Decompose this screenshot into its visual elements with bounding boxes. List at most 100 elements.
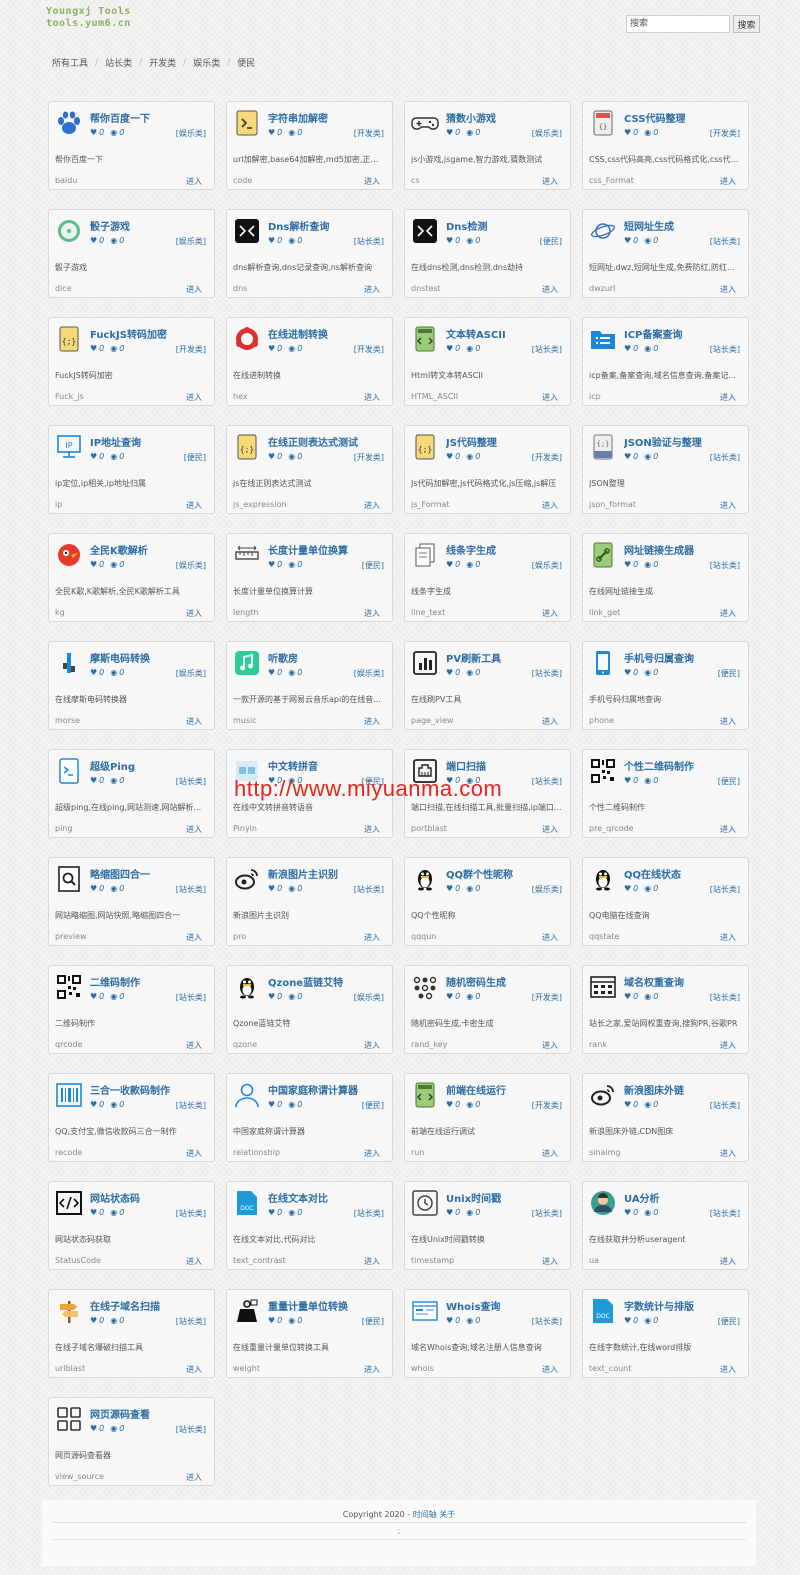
tool-title[interactable]: 重量计量单位转换: [268, 1298, 348, 1313]
tool-category[interactable]: [开发类]: [354, 452, 384, 463]
tool-card[interactable]: DOC 在线文本对比 ♥ 0 ◉ 0 [站长类] 在线文本对比,代码对比 text_contra…: [226, 1181, 393, 1270]
tool-card[interactable]: 超级Ping ♥ 0 ◉ 0 [站长类] 超级ping,在线ping,网站测速,网站解析..…: [48, 749, 215, 838]
tool-category[interactable]: [便民]: [718, 776, 740, 787]
tool-title[interactable]: 域名权重查询: [624, 974, 684, 989]
tool-card[interactable]: Dns解析查询 ♥ 0 ◉ 0 [站长类] dns解析查询,dns记录查询,ns解析查询 dn…: [226, 209, 393, 298]
enter-link[interactable]: 进入: [186, 608, 202, 619]
tool-category[interactable]: [开发类]: [532, 452, 562, 463]
tool-card[interactable]: 网站状态码 ♥ 0 ◉ 0 [站长类] 网站状态码获取 StatusCode 进入: [48, 1181, 215, 1270]
tool-title[interactable]: 个性二维码制作: [624, 758, 694, 773]
enter-link[interactable]: 进入: [364, 284, 380, 295]
tool-title[interactable]: 随机密码生成: [446, 974, 506, 989]
enter-link[interactable]: 进入: [364, 932, 380, 943]
tool-category[interactable]: [娱乐类]: [176, 560, 206, 571]
timeline-link[interactable]: 时间轴: [413, 1510, 437, 1519]
tool-card[interactable]: 全民K歌解析 ♥ 0 ◉ 0 [娱乐类] 全民K歌,K歌解析,全民K歌解析工具 kg 进入: [48, 533, 215, 622]
tool-category[interactable]: [站长类]: [354, 884, 384, 895]
enter-link[interactable]: 进入: [186, 1364, 202, 1375]
tool-category[interactable]: [站长类]: [710, 344, 740, 355]
enter-link[interactable]: 进入: [186, 716, 202, 727]
tool-title[interactable]: 线条字生成: [446, 542, 496, 557]
tool-card[interactable]: 网页源码查看 ♥ 0 ◉ 0 [站长类] 网页源码查看器 view_source 进入: [48, 1397, 215, 1486]
tool-category[interactable]: [便民]: [718, 668, 740, 679]
enter-link[interactable]: 进入: [720, 1364, 736, 1375]
tool-card[interactable]: 猜数小游戏 ♥ 0 ◉ 0 [娱乐类] js小游戏,jsgame,智力游戏,猜数测试 cs 进入: [404, 101, 571, 190]
tool-card[interactable]: 线条字生成 ♥ 0 ◉ 0 [娱乐类] 线条字生成 line_text 进入: [404, 533, 571, 622]
tool-title[interactable]: 全民K歌解析: [90, 542, 148, 557]
tool-card[interactable]: {;} JSON验证与整理 ♥ 0 ◉ 0 [站长类] JSON整理 json_format 进入: [582, 425, 749, 514]
tool-card[interactable]: 略缩图四合一 ♥ 0 ◉ 0 [站长类] 网站略缩图,网站快照,略缩图四合一 preview 进…: [48, 857, 215, 946]
tool-title[interactable]: 网页源码查看: [90, 1406, 150, 1421]
tool-card[interactable]: 长度计量单位换算 ♥ 0 ◉ 0 [便民] 长度计量单位换算计算 length 进入: [226, 533, 393, 622]
nav-webmaster[interactable]: 站长类: [105, 56, 132, 69]
tool-category[interactable]: [站长类]: [176, 776, 206, 787]
tool-card[interactable]: 听歌房 ♥ 0 ◉ 0 [娱乐类] 一款开源的基于网易云音乐api的在线音... music 进…: [226, 641, 393, 730]
tool-card[interactable]: {;} 在线正则表达式测试 ♥ 0 ◉ 0 [开发类] js在线正则表达式测试 js_expre…: [226, 425, 393, 514]
tool-card[interactable]: 中国家庭称谓计算器 ♥ 0 ◉ 0 [便民] 中国家庭称谓计算器 relationship 进入: [226, 1073, 393, 1162]
tool-title[interactable]: Unix时间戳: [446, 1190, 501, 1205]
tool-card[interactable]: ICP备案查询 ♥ 0 ◉ 0 [站长类] icp备案,备案查询,域名信息查询,备案记...…: [582, 317, 749, 406]
tool-title[interactable]: PV刷新工具: [446, 650, 501, 665]
enter-link[interactable]: 进入: [364, 824, 380, 835]
tool-title[interactable]: 骰子游戏: [90, 218, 130, 233]
tool-title[interactable]: 新浪图片主识别: [268, 866, 338, 881]
tool-title[interactable]: 网址链接生成器: [624, 542, 694, 557]
tool-title[interactable]: Qzone蓝链艾特: [268, 974, 343, 989]
tool-title[interactable]: 三合一收款码制作: [90, 1082, 170, 1097]
tool-category[interactable]: [站长类]: [710, 992, 740, 1003]
tool-category[interactable]: [开发类]: [710, 128, 740, 139]
tool-card[interactable]: 重量计量单位转换 ♥ 0 ◉ 0 [便民] 在线重量计量单位转换工具 weight 进入: [226, 1289, 393, 1378]
enter-link[interactable]: 进入: [364, 392, 380, 403]
tool-card[interactable]: 三合一收款码制作 ♥ 0 ◉ 0 [站长类] QQ,支付宝,微信收款码三合一制作 recode…: [48, 1073, 215, 1162]
enter-link[interactable]: 进入: [186, 500, 202, 511]
enter-link[interactable]: 进入: [542, 608, 558, 619]
tool-title[interactable]: JSON验证与整理: [624, 434, 702, 449]
tool-category[interactable]: [便民]: [184, 452, 206, 463]
enter-link[interactable]: 进入: [186, 1472, 202, 1483]
nav-convenience[interactable]: 便民: [237, 56, 255, 69]
tool-category[interactable]: [便民]: [362, 560, 384, 571]
tool-title[interactable]: 手机号归属查询: [624, 650, 694, 665]
tool-title[interactable]: CSS代码整理: [624, 110, 685, 125]
enter-link[interactable]: 进入: [720, 284, 736, 295]
tool-title[interactable]: 短网址生成: [624, 218, 674, 233]
enter-link[interactable]: 进入: [186, 1148, 202, 1159]
site-logo[interactable]: Youngxj Tools tools.yum6.cn: [46, 6, 131, 30]
tool-title[interactable]: 二维码制作: [90, 974, 140, 989]
enter-link[interactable]: 进入: [186, 176, 202, 187]
enter-link[interactable]: 进入: [542, 716, 558, 727]
nav-all-tools[interactable]: 所有工具: [52, 56, 88, 69]
enter-link[interactable]: 进入: [720, 392, 736, 403]
tool-category[interactable]: [开发类]: [176, 344, 206, 355]
tool-category[interactable]: [便民]: [362, 1100, 384, 1111]
tool-title[interactable]: 在线文本对比: [268, 1190, 328, 1205]
tool-card[interactable]: 摩斯电码转换 ♥ 0 ◉ 0 [娱乐类] 在线摩斯电码转换器 morse 进入: [48, 641, 215, 730]
enter-link[interactable]: 进入: [720, 932, 736, 943]
tool-category[interactable]: [站长类]: [710, 452, 740, 463]
tool-category[interactable]: [站长类]: [176, 1316, 206, 1327]
tool-card[interactable]: 二维码制作 ♥ 0 ◉ 0 [站长类] 二维码制作 qrcode 进入: [48, 965, 215, 1054]
tool-title[interactable]: 超级Ping: [90, 758, 135, 773]
tool-title[interactable]: Dns检测: [446, 218, 487, 233]
tool-card[interactable]: DOC 字数统计与排版 ♥ 0 ◉ 0 [便民] 在线字数统计,在线word排版 text_co…: [582, 1289, 749, 1378]
tool-title[interactable]: Dns解析查询: [268, 218, 329, 233]
tool-title[interactable]: 摩斯电码转换: [90, 650, 150, 665]
enter-link[interactable]: 进入: [542, 392, 558, 403]
enter-link[interactable]: 进入: [720, 1256, 736, 1267]
tool-category[interactable]: [站长类]: [532, 1316, 562, 1327]
tool-category[interactable]: [站长类]: [176, 1424, 206, 1435]
tool-category[interactable]: [娱乐类]: [176, 236, 206, 247]
tool-card[interactable]: 前端在线运行 ♥ 0 ◉ 0 [开发类] 前端在线运行调试 run 进入: [404, 1073, 571, 1162]
tool-title[interactable]: 中文转拼音: [268, 758, 318, 773]
tool-card[interactable]: {;} JS代码整理 ♥ 0 ◉ 0 [开发类] Js代码加解密,js代码格式化,js压缩,j…: [404, 425, 571, 514]
enter-link[interactable]: 进入: [720, 608, 736, 619]
tool-card[interactable]: 在线子域名扫描 ♥ 0 ◉ 0 [站长类] 在线子域名爆破扫描工具 urlblast 进入: [48, 1289, 215, 1378]
tool-category[interactable]: [娱乐类]: [176, 128, 206, 139]
tool-card[interactable]: Dns检测 ♥ 0 ◉ 0 [便民] 在线dns检测,dns检测,dns劫持 dnstest 进…: [404, 209, 571, 298]
tool-title[interactable]: 听歌房: [268, 650, 298, 665]
enter-link[interactable]: 进入: [720, 716, 736, 727]
enter-link[interactable]: 进入: [364, 176, 380, 187]
enter-link[interactable]: 进入: [720, 1148, 736, 1159]
tool-category[interactable]: [站长类]: [354, 1208, 384, 1219]
tool-card[interactable]: IP IP地址查询 ♥ 0 ◉ 0 [便民] ip定位,ip相关,ip地址归属 ip 进入: [48, 425, 215, 514]
